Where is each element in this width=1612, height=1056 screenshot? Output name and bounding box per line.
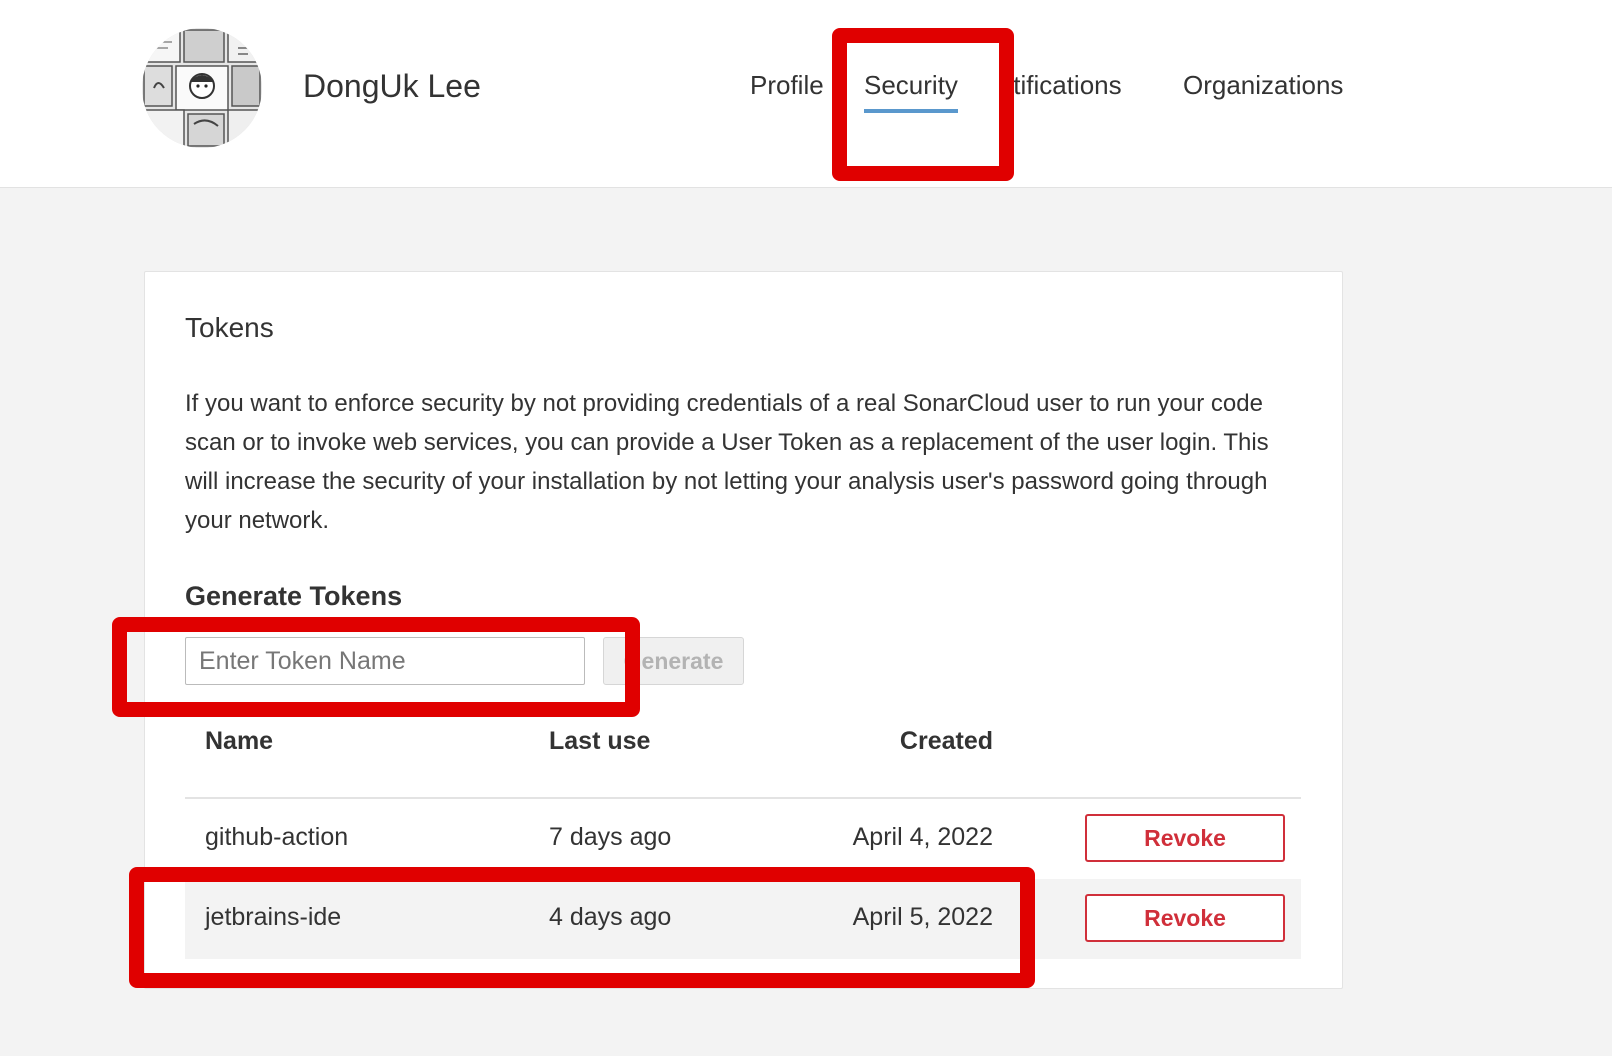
token-created: April 4, 2022 — [852, 823, 993, 851]
column-header-created: Created — [899, 727, 993, 755]
token-name: github-action — [205, 823, 349, 851]
column-header-last-use: Last use — [549, 727, 651, 755]
tab-notifications[interactable]: lotifications — [1007, 60, 1145, 110]
generate-button[interactable]: Generate — [603, 637, 744, 685]
generate-tokens-heading: Generate Tokens — [185, 581, 403, 611]
tokens-title: Tokens — [185, 312, 274, 343]
revoke-button[interactable]: Revoke — [1085, 894, 1285, 942]
tokens-card: Tokens If you want to enforce security b… — [144, 271, 1343, 989]
token-last-use: 4 days ago — [549, 903, 672, 931]
token-name-input[interactable] — [185, 637, 585, 685]
revoke-button[interactable]: Revoke — [1085, 814, 1285, 862]
tab-profile[interactable]: Profile — [750, 70, 824, 101]
tokens-description: If you want to enforce security by not p… — [185, 390, 1269, 534]
table-row: github-action 7 days ago April 4, 2022 R… — [185, 799, 1301, 879]
user-name: DongUk Lee — [303, 68, 481, 104]
avatar-image-icon — [142, 28, 262, 148]
tab-security[interactable]: Security — [864, 70, 958, 113]
column-header-name: Name — [205, 727, 274, 755]
table-row: jetbrains-ide 4 days ago April 5, 2022 R… — [185, 879, 1301, 959]
tab-notifications-label: lotifications — [1007, 70, 1122, 100]
token-created: April 5, 2022 — [852, 903, 993, 931]
account-header: DongUk Lee Profile Security lotification… — [0, 0, 1612, 188]
avatar — [142, 28, 262, 148]
tab-organizations[interactable]: Organizations — [1183, 70, 1343, 101]
token-last-use: 7 days ago — [549, 823, 672, 851]
token-name: jetbrains-ide — [205, 903, 342, 931]
